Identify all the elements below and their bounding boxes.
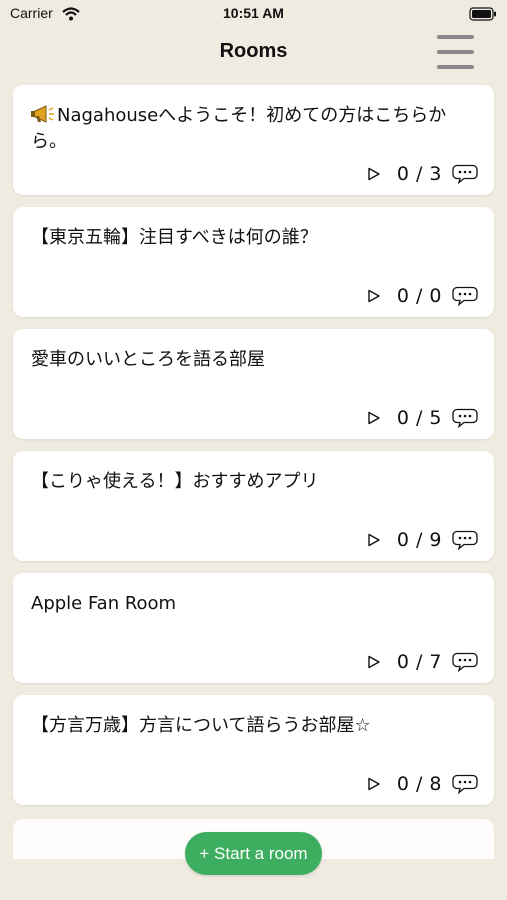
room-title: 【方言万歳】方言について語らうお部屋☆ bbox=[31, 715, 371, 736]
start-room-button[interactable]: + Start a room bbox=[185, 832, 322, 875]
battery-icon bbox=[469, 6, 497, 25]
chat-bubble-icon bbox=[452, 164, 478, 184]
chat-bubble-icon bbox=[452, 652, 478, 672]
room-counts: 0 / 8 bbox=[396, 773, 442, 795]
status-bar: Carrier 10:51 AM bbox=[0, 0, 507, 30]
room-meta: 0 / 0 bbox=[367, 285, 478, 307]
megaphone-icon bbox=[31, 104, 55, 124]
room-card[interactable]: 【東京五輪】注目すべきは何の誰？ 0 / 0 bbox=[13, 207, 494, 317]
room-card[interactable]: Nagahouseへようこそ！初めての方はこちらから。 0 / 3 bbox=[13, 85, 494, 195]
room-title-text: Nagahouseへようこそ！初めての方はこちらから。 bbox=[31, 105, 447, 152]
room-meta: 0 / 3 bbox=[367, 163, 478, 185]
hamburger-menu-icon[interactable] bbox=[437, 35, 474, 69]
chat-bubble-icon bbox=[452, 408, 478, 428]
play-icon bbox=[367, 289, 381, 303]
room-counts: 0 / 7 bbox=[396, 651, 442, 673]
play-icon bbox=[367, 533, 381, 547]
room-meta: 0 / 8 bbox=[367, 773, 478, 795]
status-time: 10:51 AM bbox=[223, 5, 284, 21]
room-list: Nagahouseへようこそ！初めての方はこちらから。 0 / 3 【東京五輪】… bbox=[13, 85, 494, 817]
play-icon bbox=[367, 411, 381, 425]
room-counts: 0 / 5 bbox=[396, 407, 442, 429]
chat-bubble-icon bbox=[452, 286, 478, 306]
room-card[interactable]: 【こりゃ使える！】おすすめアプリ 0 / 9 bbox=[13, 451, 494, 561]
play-icon bbox=[367, 655, 381, 669]
chat-bubble-icon bbox=[452, 774, 478, 794]
room-title: Nagahouseへようこそ！初めての方はこちらから。 bbox=[31, 103, 464, 155]
play-icon bbox=[367, 777, 381, 791]
room-title: 【東京五輪】注目すべきは何の誰？ bbox=[31, 227, 318, 248]
page-title: Rooms bbox=[219, 40, 288, 62]
chat-bubble-icon bbox=[452, 530, 478, 550]
room-counts: 0 / 3 bbox=[396, 163, 442, 185]
room-title: Apple Fan Room bbox=[31, 593, 177, 614]
room-card[interactable]: 愛車のいいところを語る部屋 0 / 5 bbox=[13, 329, 494, 439]
room-card[interactable]: Apple Fan Room 0 / 7 bbox=[13, 573, 494, 683]
room-meta: 0 / 5 bbox=[367, 407, 478, 429]
room-counts: 0 / 0 bbox=[396, 285, 442, 307]
room-meta: 0 / 7 bbox=[367, 651, 478, 673]
room-counts: 0 / 9 bbox=[396, 529, 442, 551]
room-card[interactable]: 【方言万歳】方言について語らうお部屋☆ 0 / 8 bbox=[13, 695, 494, 805]
room-title: 愛車のいいところを語る部屋 bbox=[31, 349, 265, 370]
room-meta: 0 / 9 bbox=[367, 529, 478, 551]
room-title: 【こりゃ使える！】おすすめアプリ bbox=[31, 471, 319, 492]
play-icon bbox=[367, 167, 381, 181]
